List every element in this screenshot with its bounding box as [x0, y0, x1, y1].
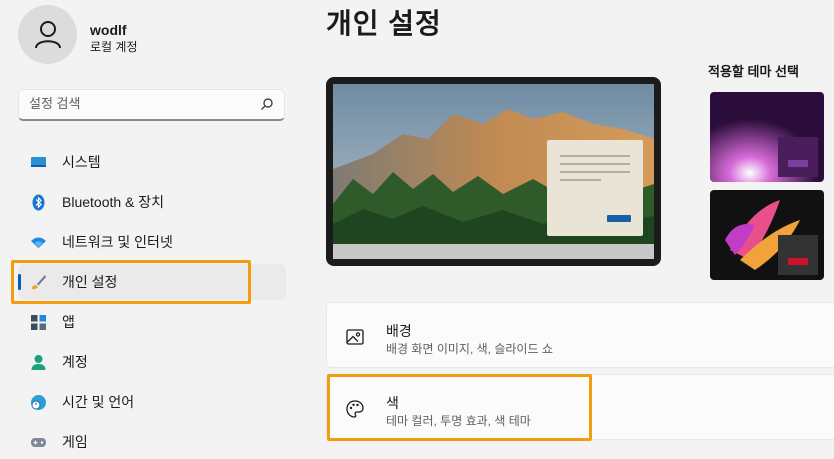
landscape-preview-image [333, 84, 654, 259]
themes-label: 적용할 테마 선택 [708, 64, 799, 79]
highlight-personalization [11, 260, 251, 304]
avatar[interactable] [18, 5, 77, 64]
search-input[interactable]: 설정 검색 [18, 89, 285, 121]
search-placeholder: 설정 검색 [29, 96, 81, 111]
sidebar-item-system[interactable]: 시스템 [18, 144, 286, 180]
sidebar-item-label: 시간 및 언어 [62, 394, 135, 410]
user-name: wodlf [90, 22, 127, 38]
card-subtitle: 배경 화면 이미지, 색, 슬라이드 쇼 [386, 342, 553, 356]
search-icon[interactable] [260, 97, 274, 111]
user-icon [35, 21, 61, 49]
sidebar-item-label: 시스템 [62, 154, 101, 170]
sidebar-item-label: 앱 [62, 314, 75, 330]
main-content: 개인 설정 적용할 테마 선택 배경 배경 화면 이미지, 색, 슬라이드 쇼 … [300, 0, 834, 459]
card-title: 배경 [386, 323, 412, 339]
sidebar-item-apps[interactable]: 앱 [18, 304, 286, 340]
sidebar-item-gaming[interactable]: 게임 [18, 424, 286, 459]
sidebar-item-label: 게임 [62, 434, 88, 450]
background-settings-card[interactable]: 배경 배경 화면 이미지, 색, 슬라이드 쇼 [326, 302, 834, 368]
person-icon [31, 355, 46, 370]
theme-flower-image [710, 190, 824, 280]
sidebar: wodlf 로컬 계정 설정 검색 시스템 Bluetooth & 장치 네트워… [0, 0, 300, 459]
sidebar-item-bluetooth[interactable]: Bluetooth & 장치 [18, 184, 286, 220]
theme-thumbnail-1[interactable] [710, 92, 824, 182]
theme-preview [326, 77, 661, 266]
account-type: 로컬 계정 [90, 40, 138, 54]
sidebar-item-label: Bluetooth & 장치 [62, 194, 165, 210]
sidebar-item-time-language[interactable]: 시간 및 언어 [18, 384, 286, 420]
apps-icon [31, 315, 46, 330]
monitor-icon [31, 157, 46, 167]
wifi-icon [31, 237, 46, 248]
image-icon [346, 329, 364, 345]
theme-thumbnail-2[interactable] [710, 190, 824, 280]
globe-clock-icon [31, 395, 46, 410]
sidebar-item-label: 계정 [62, 354, 88, 370]
sidebar-item-network[interactable]: 네트워크 및 인터넷 [18, 224, 286, 260]
page-title: 개인 설정 [326, 8, 442, 39]
sidebar-item-accounts[interactable]: 계정 [18, 344, 286, 380]
gamepad-icon [31, 438, 46, 447]
theme-glow-image [710, 92, 824, 182]
highlight-color-card [327, 374, 592, 441]
bluetooth-icon [32, 194, 45, 211]
sidebar-item-label: 네트워크 및 인터넷 [62, 234, 173, 250]
